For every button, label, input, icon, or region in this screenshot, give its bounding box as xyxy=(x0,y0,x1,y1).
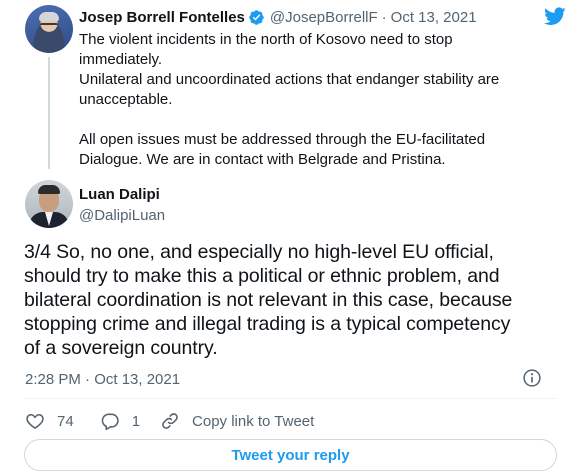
parent-text-line: Dialogue. We are in contact with Belgrad… xyxy=(79,151,446,168)
link-icon xyxy=(162,413,178,429)
header-separator: · xyxy=(381,8,387,26)
parent-author-name[interactable]: Josep Borrell Fontelles xyxy=(79,9,245,26)
heart-icon xyxy=(26,413,44,429)
main-author-avatar[interactable] xyxy=(25,180,73,228)
parent-tweet-header: Josep Borrell Fontelles @JosepBorrellF ·… xyxy=(79,7,477,27)
thread-connector-line xyxy=(48,57,50,169)
main-text-line: of a sovereign country. xyxy=(24,337,218,359)
tweet-embed-card: Josep Borrell Fontelles @JosepBorrellF ·… xyxy=(0,0,582,476)
parent-tweet-text: The violent incidents in the north of Ko… xyxy=(79,30,549,170)
copy-link-button[interactable]: Copy link to Tweet xyxy=(160,411,314,431)
tweet-your-reply-button[interactable]: Tweet your reply xyxy=(24,439,557,471)
parent-tweet-date[interactable]: Oct 13, 2021 xyxy=(391,9,477,26)
parent-text-blank-line xyxy=(79,110,549,130)
info-icon[interactable] xyxy=(522,368,542,388)
main-text-line: should try to make this a political or e… xyxy=(24,265,500,287)
copy-link-label: Copy link to Tweet xyxy=(192,412,315,430)
parent-text-line: unacceptable. xyxy=(79,91,173,108)
twitter-bird-icon[interactable] xyxy=(542,5,568,27)
reply-count: 1 xyxy=(131,412,141,430)
main-text-line: stopping crime and illegal trading is a … xyxy=(24,313,511,335)
like-count: 74 xyxy=(57,412,74,430)
main-tweet-timestamp[interactable]: 2:28 PM · Oct 13, 2021 xyxy=(25,371,180,388)
avatar-hair xyxy=(39,12,59,21)
main-text-line: 3/4 So, no one, and especially no high-l… xyxy=(24,241,494,263)
tweet-actions-bar: 74 1 Copy link to Tweet xyxy=(25,410,314,432)
avatar-glasses xyxy=(40,23,58,27)
parent-text-line: Unilateral and uncoordinated actions tha… xyxy=(79,71,500,88)
reply-button[interactable]: 1 xyxy=(100,411,140,431)
parent-text-line: The violent incidents in the north of Ko… xyxy=(79,31,453,48)
verified-badge-icon xyxy=(249,9,264,25)
reply-bubble-icon xyxy=(101,413,119,431)
main-author-name[interactable]: Luan Dalipi xyxy=(79,186,160,203)
divider xyxy=(24,398,556,399)
parent-author-handle[interactable]: @JosepBorrellF xyxy=(270,9,378,26)
parent-text-line: All open issues must be addressed throug… xyxy=(79,131,486,148)
avatar-hair xyxy=(38,185,60,194)
parent-author-avatar[interactable] xyxy=(25,5,73,53)
main-author-handle[interactable]: @DalipiLuan xyxy=(79,207,165,224)
parent-text-line: immediately. xyxy=(79,51,163,68)
like-button[interactable]: 74 xyxy=(25,411,74,431)
main-text-line: bilateral coordination is not relevant i… xyxy=(24,289,513,311)
main-tweet-text: 3/4 So, no one, and especially no high-l… xyxy=(24,240,569,360)
